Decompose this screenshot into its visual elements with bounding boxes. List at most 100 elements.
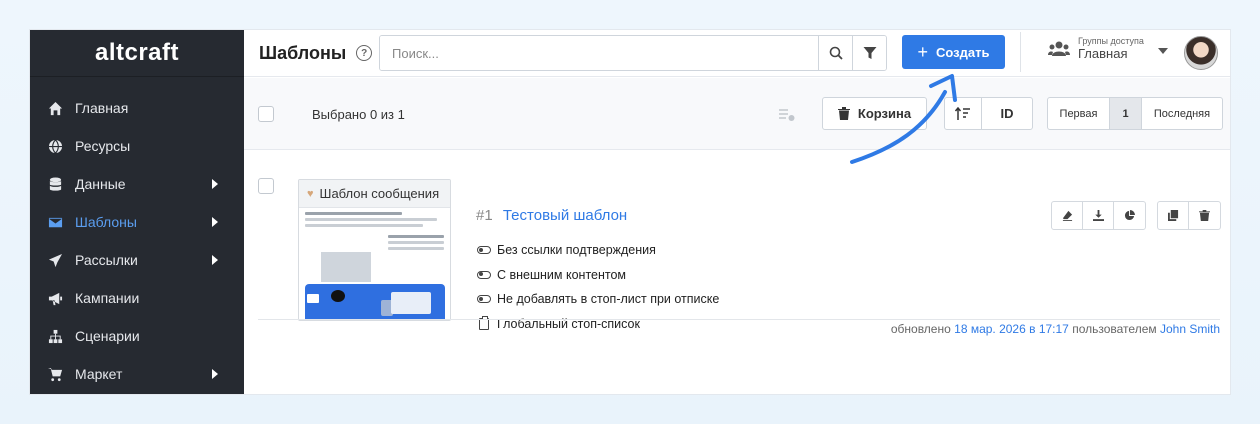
list-toolbar: Выбрано 0 из 1 Корзина ID Первая 1 После…	[244, 78, 1230, 150]
property-item: Без ссылки подтверждения	[477, 238, 719, 263]
property-item: Не добавлять в стоп-лист при отписке	[477, 287, 719, 312]
cart-icon	[47, 366, 63, 382]
header-divider	[1020, 32, 1021, 72]
property-item: Глобальный стоп-список	[477, 312, 719, 337]
top-header: Шаблоны ? + Создать Группы доступа Главн…	[244, 30, 1230, 77]
database-icon	[47, 176, 63, 192]
select-all-checkbox[interactable]	[258, 106, 274, 122]
sidebar-item-label: Данные	[75, 176, 126, 192]
template-id: #1	[476, 207, 493, 224]
template-name-link[interactable]: Тестовый шаблон	[503, 207, 627, 224]
template-title: #1 Тестовый шаблон	[476, 207, 627, 224]
groups-value: Главная	[1078, 45, 1128, 61]
plus-icon: +	[917, 41, 929, 62]
row-checkbox[interactable]	[258, 178, 274, 194]
sidebar-item-scenarios[interactable]: Сценарии	[30, 317, 244, 355]
updated-info: обновлено 18 мар. 2026 в 17:17 пользоват…	[890, 322, 1220, 336]
caret-down-icon	[1157, 48, 1168, 55]
avatar[interactable]	[1184, 36, 1218, 70]
chevron-right-icon	[212, 179, 218, 189]
trash-button[interactable]: Корзина	[822, 97, 927, 130]
sidebar-item-campaigns[interactable]: Кампании	[30, 279, 244, 317]
access-groups-dropdown[interactable]: Группы доступа Главная	[1048, 36, 1168, 61]
filter-icon	[863, 47, 876, 59]
sort-ascending-icon	[955, 106, 970, 120]
sidebar-nav: Главная Ресурсы Данные Шаблоны Рассылки	[30, 77, 244, 393]
eraser-icon	[1062, 210, 1072, 221]
sidebar-item-label: Маркет	[75, 366, 123, 382]
stats-button[interactable]	[1114, 202, 1145, 229]
sidebar: altcraft Главная Ресурсы Данные Шаблоны	[30, 30, 244, 394]
list-settings-icon[interactable]	[779, 108, 795, 122]
envelope-icon	[47, 214, 63, 230]
download-button[interactable]	[1083, 202, 1114, 229]
clear-button[interactable]	[1052, 202, 1083, 229]
copy-icon	[1167, 210, 1178, 221]
sidebar-item-templates[interactable]: Шаблоны	[30, 203, 244, 241]
thumbnail-preview	[299, 208, 450, 320]
trash-icon	[837, 107, 850, 120]
trash-button-label: Корзина	[857, 106, 912, 121]
sort-control: ID	[944, 97, 1033, 130]
pagination: Первая 1 Последняя	[1047, 97, 1223, 130]
chevron-right-icon	[212, 369, 218, 379]
search-input[interactable]	[380, 36, 818, 70]
globe-icon	[47, 138, 63, 154]
sidebar-item-market[interactable]: Маркет	[30, 355, 244, 393]
property-item: С внешним контентом	[477, 263, 719, 288]
trash-icon	[1199, 210, 1210, 221]
thumbnail-title: Шаблон сообщения	[319, 186, 440, 201]
template-actions	[1051, 201, 1146, 230]
search-button[interactable]	[818, 36, 852, 70]
page-title: Шаблоны	[259, 42, 347, 63]
template-row: ♥ Шаблон сообщения #1 Тестовый шаблон Бе…	[244, 151, 1230, 336]
toggle-icon	[477, 246, 491, 255]
selected-count: Выбрано 0 из 1	[312, 107, 405, 122]
template-thumbnail[interactable]: ♥ Шаблон сообщения	[298, 179, 451, 321]
pie-chart-icon	[1124, 210, 1135, 221]
sidebar-item-data[interactable]: Данные	[30, 165, 244, 203]
sort-direction-button[interactable]	[945, 98, 982, 129]
toggle-icon	[477, 270, 491, 279]
pagination-last[interactable]: Последняя	[1142, 98, 1222, 129]
template-properties: Без ссылки подтверждения С внешним конте…	[477, 238, 719, 336]
row-divider	[258, 319, 1220, 320]
toggle-icon	[477, 295, 491, 304]
sidebar-item-home[interactable]: Главная	[30, 89, 244, 127]
sidebar-item-label: Кампании	[75, 290, 140, 306]
sidebar-item-label: Сценарии	[75, 328, 140, 344]
sitemap-icon	[47, 328, 63, 344]
megaphone-icon	[47, 290, 63, 306]
create-button[interactable]: + Создать	[902, 35, 1005, 69]
sidebar-item-label: Главная	[75, 100, 129, 116]
updated-date: 18 мар. 2026 в 17:17	[954, 322, 1069, 336]
users-icon	[1048, 41, 1070, 57]
home-icon	[47, 100, 63, 116]
template-edit-actions	[1157, 201, 1221, 230]
sidebar-item-label: Ресурсы	[75, 138, 131, 154]
sidebar-item-label: Рассылки	[75, 252, 138, 268]
search-icon	[829, 46, 843, 60]
envelope-icon	[307, 294, 319, 303]
sort-field-button[interactable]: ID	[982, 98, 1032, 129]
pagination-first[interactable]: Первая	[1048, 98, 1110, 129]
paper-plane-icon	[47, 252, 63, 268]
search-bar	[379, 35, 887, 71]
sidebar-item-resources[interactable]: Ресурсы	[30, 127, 244, 165]
chevron-right-icon	[212, 255, 218, 265]
updated-user-link[interactable]: John Smith	[1160, 322, 1220, 336]
delete-button[interactable]	[1189, 202, 1220, 229]
sidebar-item-label: Шаблоны	[75, 214, 137, 230]
create-button-label: Создать	[936, 44, 990, 60]
app-window: altcraft Главная Ресурсы Данные Шаблоны	[30, 30, 1230, 394]
chat-bubble-icon	[331, 290, 345, 302]
app-logo[interactable]: altcraft	[30, 30, 244, 77]
sidebar-item-mailings[interactable]: Рассылки	[30, 241, 244, 279]
pagination-current[interactable]: 1	[1110, 98, 1142, 129]
help-icon[interactable]: ?	[356, 45, 373, 61]
download-icon	[1092, 210, 1104, 221]
heart-icon: ♥	[307, 187, 314, 200]
copy-button[interactable]	[1158, 202, 1189, 229]
chevron-right-icon	[212, 217, 218, 227]
filter-button[interactable]	[852, 36, 886, 70]
